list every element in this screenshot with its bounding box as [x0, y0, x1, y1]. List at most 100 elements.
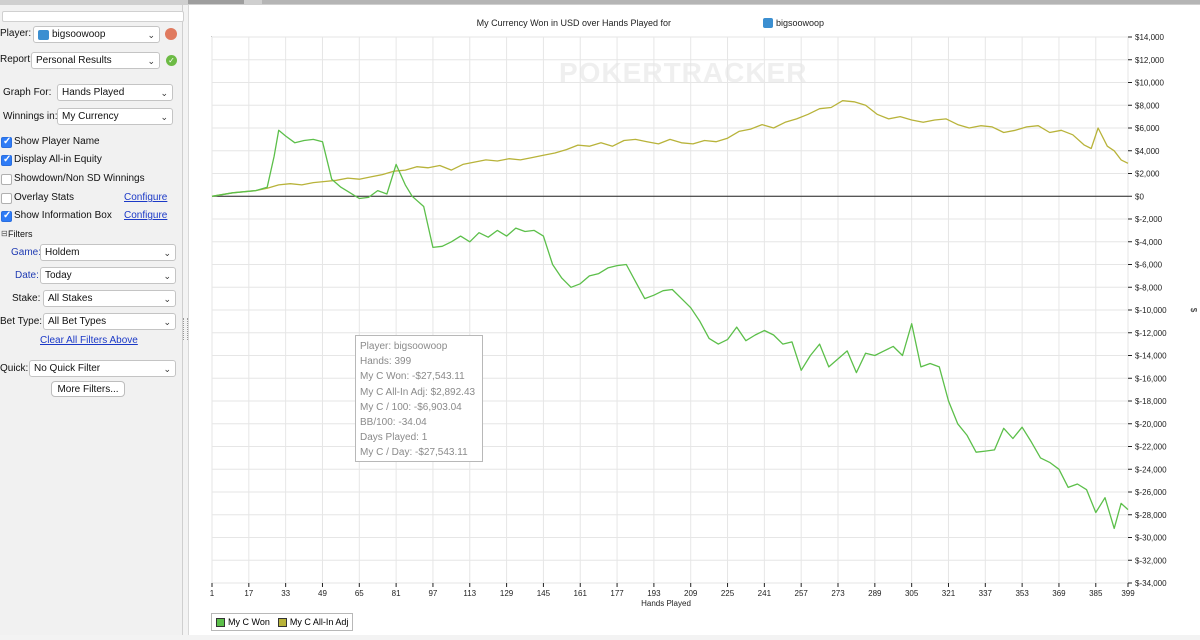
- y-tick-label: $-34,000: [1135, 579, 1167, 588]
- chevron-down-icon: ⌄: [163, 248, 171, 258]
- x-tick-label: 257: [795, 589, 809, 598]
- series-line-allin: [211, 100, 1129, 197]
- date-select[interactable]: Today ⌄: [40, 267, 176, 284]
- chart-title-player: bigsoowoop: [776, 18, 824, 28]
- showdown-winnings-checkbox[interactable]: [1, 174, 12, 185]
- x-tick-label: 193: [647, 589, 661, 598]
- collapse-icon: ⊟: [1, 229, 8, 238]
- clear-all-filters-link[interactable]: Clear All Filters Above: [40, 335, 138, 346]
- report-select-value: Personal Results: [36, 55, 112, 66]
- tab-indicator: [188, 0, 244, 4]
- info-per-100: My C / 100: -$6,903.04: [360, 401, 462, 413]
- game-label: Game:: [11, 247, 42, 258]
- winnings-in-label: Winnings in:: [3, 111, 58, 122]
- info-per-day: My C / Day: -$27,543.11: [360, 447, 468, 459]
- graph-for-select[interactable]: Hands Played ⌄: [57, 84, 173, 101]
- chevron-down-icon: ⌄: [160, 88, 168, 98]
- bet-type-select-value: All Bet Types: [48, 316, 107, 327]
- y-tick-label: $-16,000: [1135, 374, 1167, 383]
- x-tick-label: 33: [281, 589, 290, 598]
- winnings-in-select-value: My Currency: [62, 111, 119, 122]
- overlay-stats-configure-link[interactable]: Configure: [124, 192, 167, 203]
- y-tick-label: $-18,000: [1135, 397, 1167, 406]
- chevron-down-icon: ⌄: [160, 112, 168, 122]
- legend-item-won[interactable]: My C Won: [216, 617, 270, 628]
- y-tick-label: $6,000: [1135, 124, 1160, 133]
- grid: [211, 36, 1129, 584]
- x-tick-label: 113: [463, 589, 476, 598]
- display-allin-equity-checkbox[interactable]: [1, 154, 12, 166]
- series-line-won: [211, 129, 1129, 530]
- x-tick-label: 81: [392, 589, 401, 598]
- chevron-down-icon: ⌄: [163, 364, 171, 374]
- y-tick-label: $2,000: [1135, 170, 1160, 179]
- panel-header-strip: [2, 11, 184, 22]
- y-axis: $14,000 $12,000 $10,000 $8,000 $6,000 $4,000 $…: [1128, 33, 1167, 588]
- pokertracker-watermark: POKERTRACKER: [559, 57, 807, 88]
- winnings-in-select[interactable]: My Currency ⌄: [57, 108, 173, 125]
- show-player-name-checkbox[interactable]: [1, 136, 12, 148]
- x-tick-label: 353: [1015, 589, 1029, 598]
- graph-options-panel: Player: bigsoowoop ⌄ Report: Personal Re…: [0, 5, 184, 635]
- info-bb-100: BB/100: -34.04: [360, 416, 427, 428]
- series-lines: [211, 100, 1129, 530]
- stake-select[interactable]: All Stakes ⌄: [43, 290, 176, 307]
- x-tick-label: 273: [831, 589, 845, 598]
- info-days-played: Days Played: 1: [360, 432, 428, 444]
- chevron-down-icon: ⌄: [163, 294, 171, 304]
- chart-title: My Currency Won in USD over Hands Played…: [477, 18, 671, 28]
- more-filters-button[interactable]: More Filters...: [51, 381, 125, 397]
- y-tick-label: $-30,000: [1135, 534, 1167, 543]
- overlay-stats-checkbox[interactable]: [1, 193, 12, 204]
- game-select-value: Holdem: [45, 247, 80, 258]
- chart-legend: My C Won My C All-In Adj: [211, 613, 353, 631]
- site-icon: [763, 18, 773, 28]
- x-tick-label: 145: [537, 589, 551, 598]
- bet-type-label: Bet Type:: [0, 316, 43, 327]
- quick-filter-select-value: No Quick Filter: [34, 363, 101, 374]
- y-tick-label: $-26,000: [1135, 488, 1167, 497]
- y-tick-label: $10,000: [1135, 79, 1164, 88]
- x-axis-label: Hands Played: [641, 599, 691, 608]
- report-select[interactable]: Personal Results ⌄: [31, 52, 160, 69]
- x-tick-label: 369: [1052, 589, 1066, 598]
- profit-graph: My Currency Won in USD over Hands Played…: [210, 18, 1198, 608]
- player-select[interactable]: bigsoowoop ⌄: [33, 26, 160, 43]
- quick-filter-select[interactable]: No Quick Filter ⌄: [29, 360, 176, 377]
- refresh-report-icon[interactable]: ✓: [166, 55, 177, 66]
- y-tick-label: $-10,000: [1135, 306, 1167, 315]
- information-box: Player: bigsoowoop Hands: 399 My C Won: …: [355, 335, 483, 462]
- y-tick-label: $-32,000: [1135, 556, 1167, 565]
- info-box-configure-link[interactable]: Configure: [124, 210, 167, 221]
- filters-section-header[interactable]: ⊟ Filters: [0, 229, 182, 241]
- info-player: Player: bigsoowoop: [360, 341, 448, 352]
- tab-indicator: [262, 0, 1200, 4]
- y-tick-label: $-14,000: [1135, 352, 1167, 361]
- y-tick-label: $-6,000: [1135, 261, 1163, 270]
- y-tick-label: $0: [1135, 192, 1144, 201]
- show-info-box-checkbox[interactable]: [1, 210, 12, 222]
- site-icon: [38, 30, 49, 40]
- legend-item-allin[interactable]: My C All-In Adj: [277, 616, 349, 628]
- info-hands: Hands: 399: [360, 356, 412, 368]
- player-avatar-icon[interactable]: [165, 28, 177, 40]
- y-tick-label: $14,000: [1135, 33, 1164, 42]
- game-select[interactable]: Holdem ⌄: [40, 244, 176, 261]
- bet-type-select[interactable]: All Bet Types ⌄: [43, 313, 176, 330]
- chevron-down-icon: ⌄: [147, 56, 155, 66]
- info-allin-adj: My C All-In Adj: $2,892.43: [360, 386, 476, 398]
- x-tick-label: 65: [355, 589, 364, 598]
- legend-label-allin: My C All-In Adj: [289, 616, 349, 627]
- graph-for-label: Graph For:: [3, 87, 52, 98]
- x-tick-label: 177: [610, 589, 624, 598]
- overlay-stats-label: Overlay Stats: [14, 192, 75, 203]
- legend-swatch: [216, 618, 225, 628]
- display-allin-equity-label: Display All-in Equity: [14, 154, 102, 165]
- chevron-down-icon: ⌄: [147, 30, 155, 40]
- x-tick-label: 209: [684, 589, 698, 598]
- x-tick-label: 97: [428, 589, 437, 598]
- y-tick-label: $-28,000: [1135, 511, 1167, 520]
- chevron-down-icon: ⌄: [163, 271, 171, 281]
- x-tick-label: 321: [942, 589, 956, 598]
- y-tick-label: $-24,000: [1135, 465, 1167, 474]
